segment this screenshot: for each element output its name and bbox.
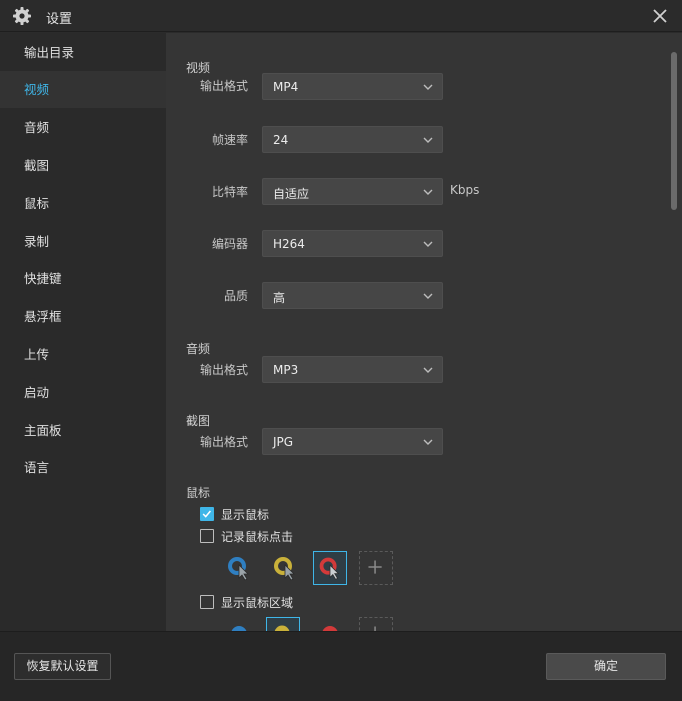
add-click-style-button[interactable] bbox=[359, 551, 393, 585]
quality-select[interactable]: 高 bbox=[262, 282, 443, 309]
ok-button[interactable]: 确定 bbox=[546, 653, 666, 680]
red-area-icon[interactable] bbox=[313, 617, 347, 631]
title-bar: 设置 bbox=[0, 0, 682, 32]
sidebar-item-output-dir[interactable]: 输出目录 bbox=[0, 34, 166, 71]
chevron-down-icon bbox=[423, 439, 433, 445]
chevron-down-icon bbox=[423, 137, 433, 143]
sidebar-item-video[interactable]: 视频 bbox=[0, 71, 166, 108]
close-icon[interactable] bbox=[650, 6, 670, 26]
fps-select[interactable]: 24 bbox=[262, 126, 443, 153]
blue-area-icon[interactable] bbox=[222, 617, 256, 631]
checkbox-unchecked[interactable] bbox=[200, 595, 214, 609]
section-title-screenshot: 截图 bbox=[186, 414, 211, 428]
yellow-click-cursor-icon[interactable] bbox=[268, 551, 302, 585]
video-format-label: 输出格式 bbox=[199, 79, 248, 93]
bitrate-select[interactable]: 自适应 bbox=[262, 178, 443, 205]
red-click-cursor-icon[interactable] bbox=[313, 551, 347, 585]
sidebar-item-main-panel[interactable]: 主面板 bbox=[0, 412, 166, 449]
plus-icon bbox=[368, 560, 382, 574]
chevron-down-icon bbox=[423, 293, 433, 299]
video-format-select[interactable]: MP4 bbox=[262, 73, 443, 100]
encoder-label: 编码器 bbox=[211, 237, 248, 251]
add-area-style-button[interactable] bbox=[359, 617, 393, 631]
chevron-down-icon bbox=[423, 367, 433, 373]
chevron-down-icon bbox=[423, 241, 433, 247]
audio-format-select[interactable]: MP3 bbox=[262, 356, 443, 383]
screenshot-format-select[interactable]: JPG bbox=[262, 428, 443, 455]
chevron-down-icon bbox=[423, 189, 433, 195]
screenshot-format-label: 输出格式 bbox=[199, 435, 248, 449]
blue-click-cursor-icon[interactable] bbox=[222, 551, 256, 585]
audio-format-label: 输出格式 bbox=[199, 363, 248, 377]
sidebar-item-startup[interactable]: 启动 bbox=[0, 374, 166, 411]
encoder-select[interactable]: H264 bbox=[262, 230, 443, 257]
gear-icon bbox=[13, 7, 31, 25]
checkbox-unchecked[interactable] bbox=[200, 529, 214, 543]
chevron-down-icon bbox=[423, 84, 433, 90]
plus-icon bbox=[374, 626, 376, 631]
yellow-area-icon[interactable] bbox=[266, 617, 300, 631]
quality-label: 品质 bbox=[223, 289, 248, 303]
sidebar-item-record[interactable]: 录制 bbox=[0, 223, 166, 260]
content-scrollbar[interactable] bbox=[671, 52, 677, 210]
fps-label: 帧速率 bbox=[211, 133, 248, 147]
settings-content: 视频 输出格式 MP4 帧速率 24 比特率 自适应 Kbps 编码器 H264… bbox=[166, 33, 682, 631]
reset-defaults-button[interactable]: 恢复默认设置 bbox=[14, 653, 111, 680]
sidebar-item-screenshot[interactable]: 截图 bbox=[0, 147, 166, 184]
section-title-video: 视频 bbox=[186, 61, 211, 75]
sidebar-item-language[interactable]: 语言 bbox=[0, 449, 166, 486]
check-icon bbox=[202, 510, 212, 518]
dialog-footer: 恢复默认设置 确定 bbox=[0, 631, 682, 701]
window-title: 设置 bbox=[46, 12, 73, 27]
bitrate-label: 比特率 bbox=[211, 185, 248, 199]
section-title-mouse: 鼠标 bbox=[186, 486, 211, 500]
sidebar-item-audio[interactable]: 音频 bbox=[0, 109, 166, 146]
sidebar-item-floating-window[interactable]: 悬浮框 bbox=[0, 298, 166, 335]
checkbox-checked[interactable] bbox=[200, 507, 214, 521]
sidebar-item-hotkeys[interactable]: 快捷键 bbox=[0, 260, 166, 297]
sidebar-item-mouse[interactable]: 鼠标 bbox=[0, 185, 166, 222]
bitrate-unit: Kbps bbox=[450, 183, 480, 197]
section-title-audio: 音频 bbox=[186, 342, 211, 356]
sidebar-item-upload[interactable]: 上传 bbox=[0, 336, 166, 373]
settings-sidebar: 输出目录 视频 音频 截图 鼠标 录制 快捷键 悬浮框 上传 启动 主面板 语言 bbox=[0, 33, 166, 631]
